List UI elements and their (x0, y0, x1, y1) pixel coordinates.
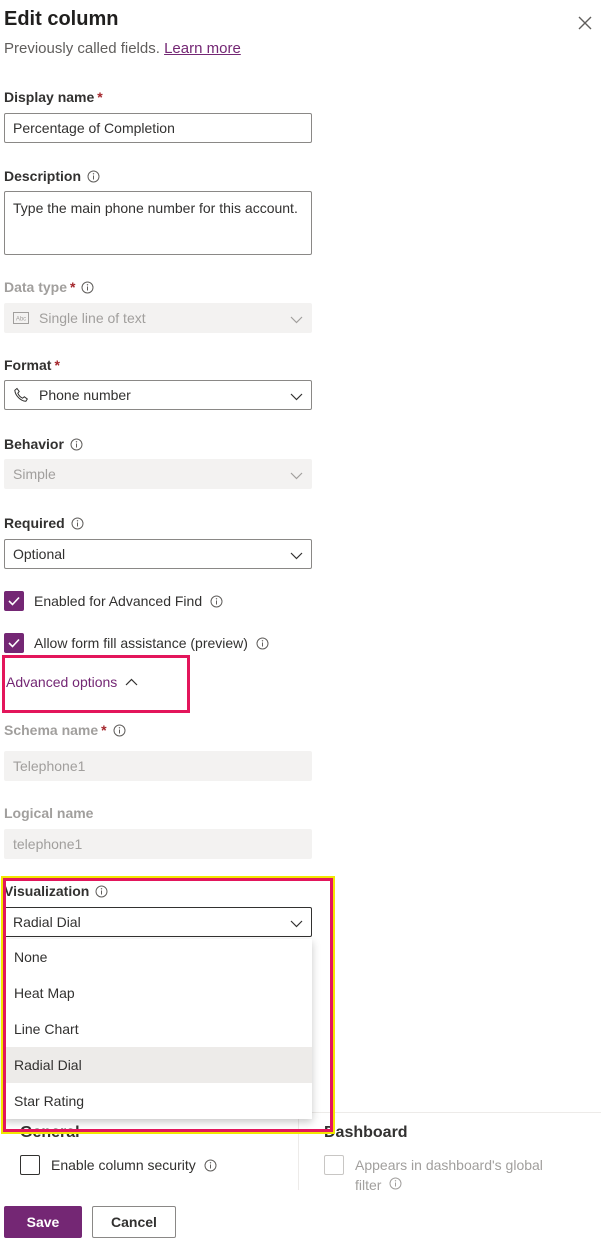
chevron-down-icon (290, 393, 303, 401)
info-icon[interactable] (70, 438, 83, 451)
info-icon[interactable] (256, 637, 269, 650)
behavior-select: Simple (4, 459, 312, 489)
display-name-input[interactable]: Percentage of Completion (4, 113, 312, 143)
logical-name-label-text: Logical name (4, 805, 94, 821)
description-label-text: Description (4, 168, 82, 184)
checkbox-disabled (324, 1155, 344, 1175)
schema-name-label-text: Schema name (4, 722, 99, 738)
chevron-up-icon (125, 678, 138, 685)
description-textarea[interactable]: Type the main phone number for this acco… (4, 191, 312, 255)
column-security-checkbox-row[interactable]: Enable column security (20, 1155, 217, 1175)
required-marker: * (54, 357, 60, 373)
panel-subtitle: Previously called fields. Learn more (4, 40, 241, 57)
subtitle-text: Previously called fields. (4, 40, 160, 57)
info-icon[interactable] (113, 724, 126, 737)
display-name-label-text: Display name (4, 89, 95, 105)
required-marker: * (97, 89, 103, 105)
behavior-label-text: Behavior (4, 436, 64, 452)
description-label: Description (4, 168, 100, 184)
description-value: Type the main phone number for this acco… (13, 200, 298, 216)
form-fill-checkbox-row[interactable]: Allow form fill assistance (preview) (4, 633, 269, 653)
checkmark-icon (8, 638, 20, 648)
form-fill-label: Allow form fill assistance (preview) (34, 635, 248, 651)
checkmark-icon (8, 596, 20, 606)
info-icon[interactable] (81, 281, 94, 294)
required-select[interactable]: Optional (4, 539, 312, 569)
svg-text:Abc: Abc (16, 317, 26, 323)
abc-text-icon: Abc (13, 312, 29, 324)
chevron-down-icon (290, 472, 303, 480)
format-label-text: Format (4, 357, 52, 373)
footer-bar (0, 1190, 601, 1243)
info-icon[interactable] (210, 595, 223, 608)
visualization-highlight (3, 878, 333, 1132)
data-type-label: Data type * (4, 279, 94, 295)
checkbox-checked[interactable] (4, 633, 24, 653)
required-label: Required (4, 515, 84, 531)
dashboard-filter-line1: Appears in dashboard's global (355, 1157, 543, 1173)
panel-title: Edit column (4, 8, 119, 30)
checkbox-unchecked[interactable] (20, 1155, 40, 1175)
info-icon[interactable] (87, 170, 100, 183)
advanced-find-checkbox-row[interactable]: Enabled for Advanced Find (4, 591, 223, 611)
column-security-label: Enable column security (51, 1157, 196, 1173)
format-label: Format * (4, 357, 60, 373)
learn-more-link[interactable]: Learn more (164, 40, 241, 57)
phone-icon (14, 387, 28, 402)
required-marker: * (70, 279, 76, 295)
dashboard-heading: Dashboard (324, 1124, 408, 1141)
close-icon[interactable] (574, 12, 596, 34)
info-icon[interactable] (204, 1159, 217, 1172)
advanced-options-label: Advanced options (6, 674, 118, 690)
checkbox-checked[interactable] (4, 591, 24, 611)
display-name-label: Display name * (4, 89, 103, 105)
data-type-label-text: Data type (4, 279, 68, 295)
dashboard-filter-row: Appears in dashboard's global filter (324, 1155, 543, 1195)
chevron-down-icon (290, 552, 303, 560)
required-label-text: Required (4, 515, 65, 531)
format-select[interactable]: Phone number (4, 380, 312, 410)
data-type-value: Single line of text (39, 310, 146, 326)
behavior-value: Simple (13, 466, 56, 482)
schema-name-value: Telephone1 (13, 758, 86, 774)
save-button[interactable]: Save (4, 1206, 82, 1238)
info-icon[interactable] (71, 517, 84, 530)
chevron-down-icon (290, 316, 303, 324)
logical-name-value: telephone1 (13, 836, 83, 852)
format-value: Phone number (39, 387, 131, 403)
advanced-find-label: Enabled for Advanced Find (34, 593, 203, 609)
schema-name-input: Telephone1 (4, 751, 312, 781)
required-value: Optional (13, 546, 66, 562)
required-marker: * (101, 722, 107, 738)
logical-name-input: telephone1 (4, 829, 312, 859)
cancel-button[interactable]: Cancel (92, 1206, 176, 1238)
behavior-label: Behavior (4, 436, 83, 452)
display-name-value: Percentage of Completion (13, 120, 175, 136)
logical-name-label: Logical name (4, 805, 93, 821)
schema-name-label: Schema name * (4, 722, 126, 738)
info-icon (389, 1177, 402, 1190)
data-type-select: Abc Single line of text (4, 303, 312, 333)
advanced-options-toggle[interactable]: Advanced options (6, 674, 138, 690)
dashboard-filter-label: Appears in dashboard's global filter (355, 1155, 543, 1195)
